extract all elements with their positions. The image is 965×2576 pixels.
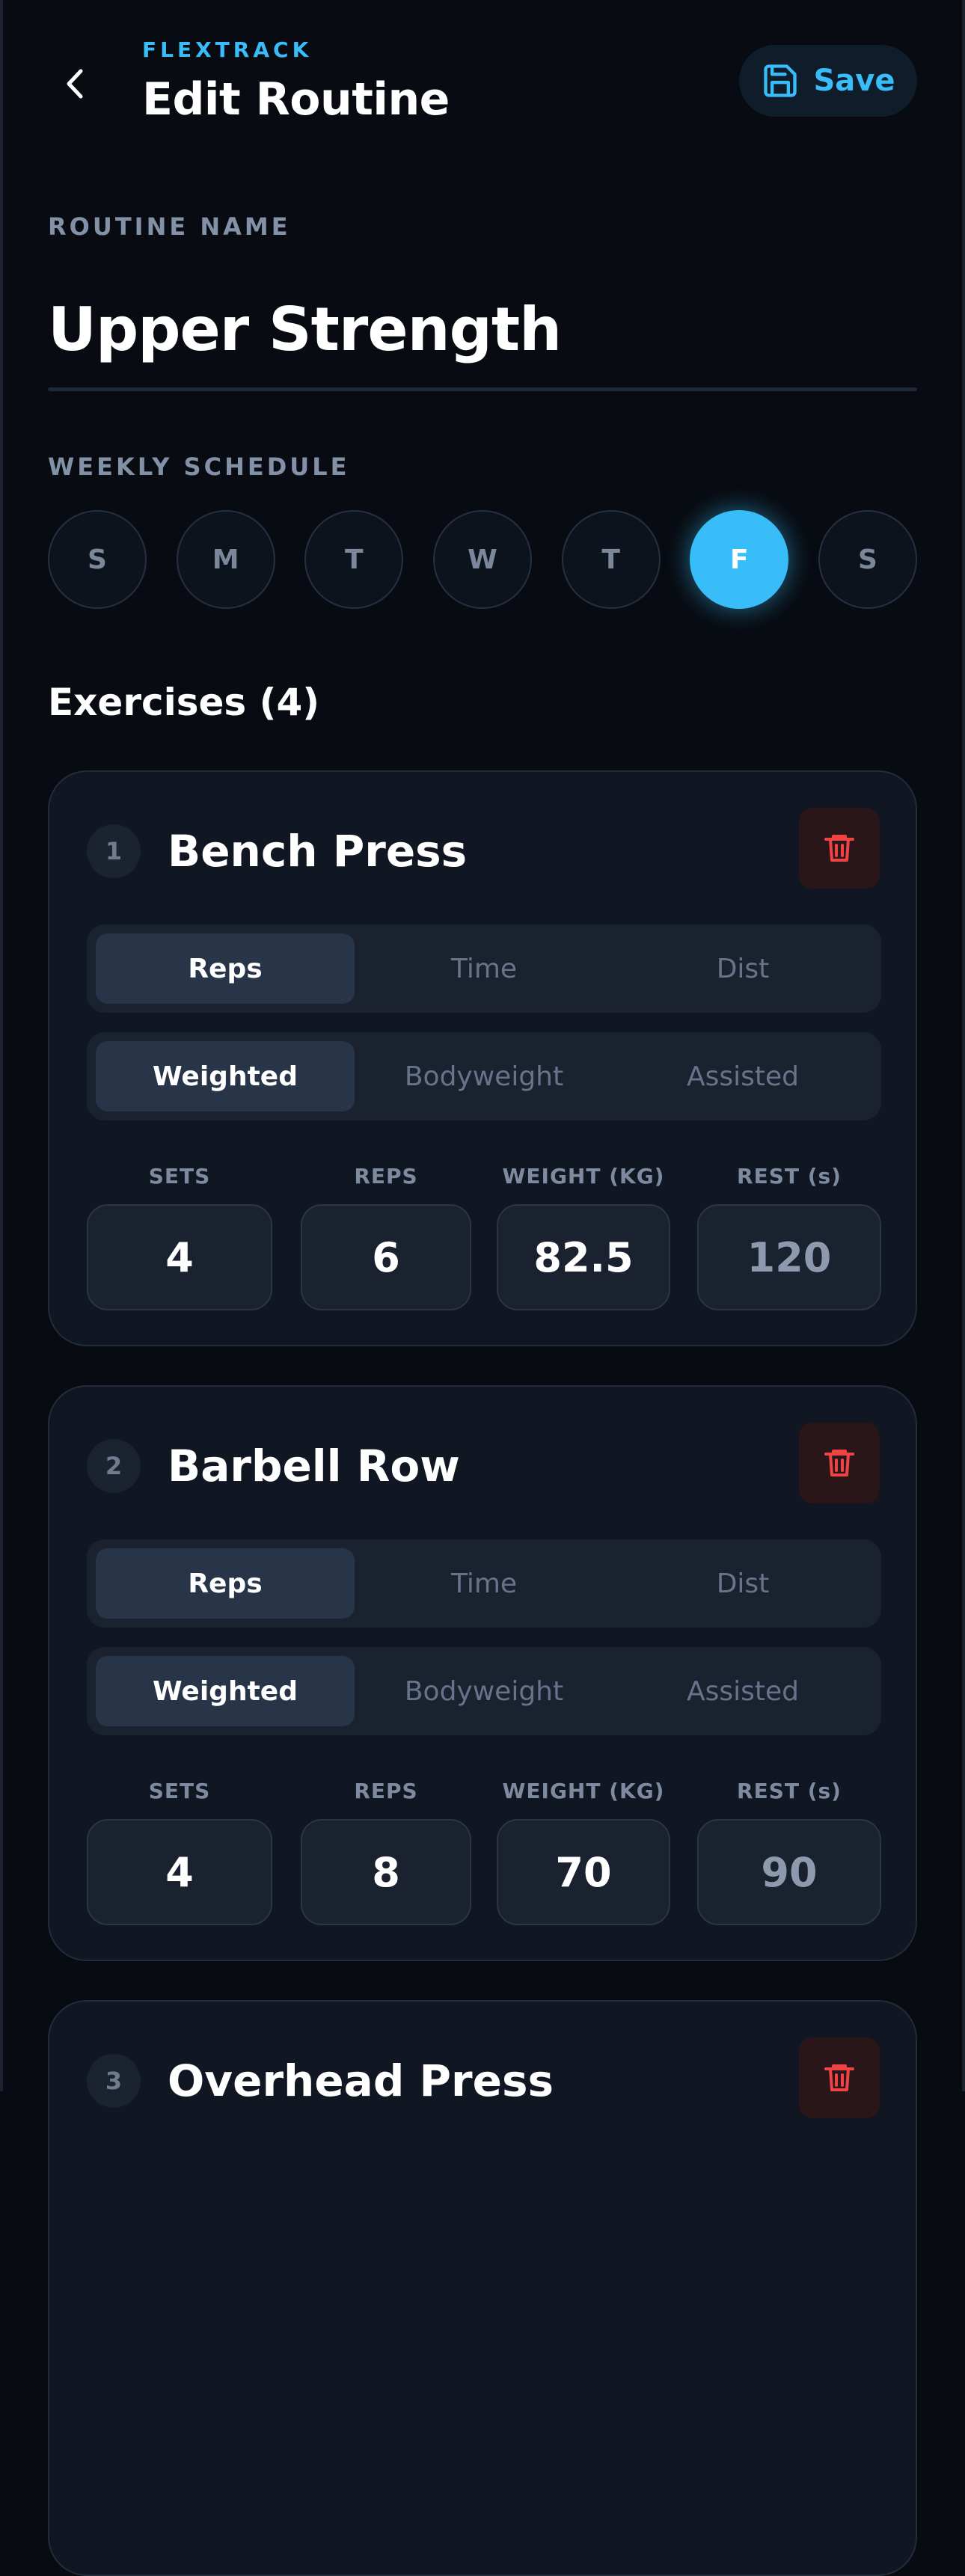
save-button-label: Save (813, 64, 895, 98)
day-toggle-thursday[interactable]: T (561, 510, 661, 609)
load-option-assisted[interactable]: Assisted (613, 1041, 872, 1111)
weight-input[interactable]: 70 (497, 1819, 670, 1925)
load-option-weighted[interactable]: Weighted (96, 1656, 355, 1726)
exercise-name[interactable]: Overhead Press (168, 2055, 554, 2106)
tracking-type-selector: Reps Time Dist (87, 924, 881, 1013)
sets-label: SETS (148, 1164, 211, 1189)
sets-input[interactable]: 4 (87, 1819, 272, 1925)
exercise-index: 2 (87, 1439, 141, 1493)
load-option-assisted[interactable]: Assisted (613, 1656, 872, 1726)
exercise-card: 1 Bench Press Reps Time Dist Weighted Bo… (48, 770, 917, 1346)
load-type-selector: Weighted Bodyweight Assisted (87, 1647, 881, 1735)
sets-input[interactable]: 4 (87, 1204, 272, 1310)
trash-icon (824, 835, 854, 862)
tracking-option-dist[interactable]: Dist (613, 1548, 872, 1619)
app-brand: FLEXTRACK (142, 37, 313, 62)
day-toggle-friday[interactable]: F (690, 510, 789, 609)
tracking-type-selector: Reps Time Dist (87, 1539, 881, 1628)
exercises-heading: Exercises (4) (48, 681, 320, 724)
tracking-option-reps[interactable]: Reps (96, 1548, 355, 1619)
reps-input[interactable]: 8 (301, 1819, 471, 1925)
routine-name-input[interactable]: Upper Strength (48, 295, 562, 364)
load-option-bodyweight[interactable]: Bodyweight (355, 1656, 613, 1726)
sets-label: SETS (148, 1779, 211, 1803)
tracking-option-time[interactable]: Time (355, 933, 613, 1004)
trash-icon (824, 2064, 854, 2091)
delete-exercise-button[interactable] (799, 808, 880, 889)
exercise-index: 1 (87, 824, 141, 878)
exercise-card: 2 Barbell Row Reps Time Dist Weighted Bo… (48, 1385, 917, 1961)
tracking-option-dist[interactable]: Dist (613, 933, 872, 1004)
weight-input[interactable]: 82.5 (497, 1204, 670, 1310)
exercise-name[interactable]: Barbell Row (168, 1441, 460, 1491)
exercise-name[interactable]: Bench Press (168, 826, 467, 877)
reps-input[interactable]: 6 (301, 1204, 471, 1310)
exercise-index: 3 (87, 2054, 141, 2108)
rest-label: REST (s) (737, 1164, 842, 1189)
day-toggle-sunday[interactable]: S (48, 510, 147, 609)
day-toggle-monday[interactable]: M (176, 510, 275, 609)
weekly-schedule-days: S M T W T F S (48, 510, 917, 609)
routine-name-label: ROUTINE NAME (48, 212, 291, 241)
delete-exercise-button[interactable] (799, 1423, 880, 1503)
reps-label: REPS (354, 1164, 418, 1189)
rest-input[interactable]: 90 (697, 1819, 881, 1925)
day-toggle-saturday[interactable]: S (818, 510, 917, 609)
frame-edge-right (962, 0, 965, 2091)
save-icon (764, 64, 797, 97)
trash-icon (824, 1450, 854, 1476)
save-button[interactable]: Save (739, 45, 917, 117)
load-type-selector: Weighted Bodyweight Assisted (87, 1032, 881, 1120)
chevron-left-icon (67, 69, 83, 99)
day-toggle-tuesday[interactable]: T (304, 510, 404, 609)
back-button[interactable] (51, 60, 99, 108)
routine-name-underline (48, 387, 917, 391)
load-option-weighted[interactable]: Weighted (96, 1041, 355, 1111)
weekly-schedule-label: WEEKLY SCHEDULE (48, 453, 350, 481)
load-option-bodyweight[interactable]: Bodyweight (355, 1041, 613, 1111)
reps-label: REPS (354, 1779, 418, 1803)
page-title: Edit Routine (142, 73, 450, 126)
tracking-option-time[interactable]: Time (355, 1548, 613, 1619)
rest-label: REST (s) (737, 1779, 842, 1803)
exercise-card: 3 Overhead Press (48, 2000, 917, 2576)
delete-exercise-button[interactable] (799, 2037, 880, 2118)
frame-edge-left (0, 0, 3, 2091)
tracking-option-reps[interactable]: Reps (96, 933, 355, 1004)
rest-input[interactable]: 120 (697, 1204, 881, 1310)
day-toggle-wednesday[interactable]: W (432, 510, 532, 609)
weight-label: WEIGHT (KG) (502, 1779, 665, 1803)
weight-label: WEIGHT (KG) (502, 1164, 665, 1189)
